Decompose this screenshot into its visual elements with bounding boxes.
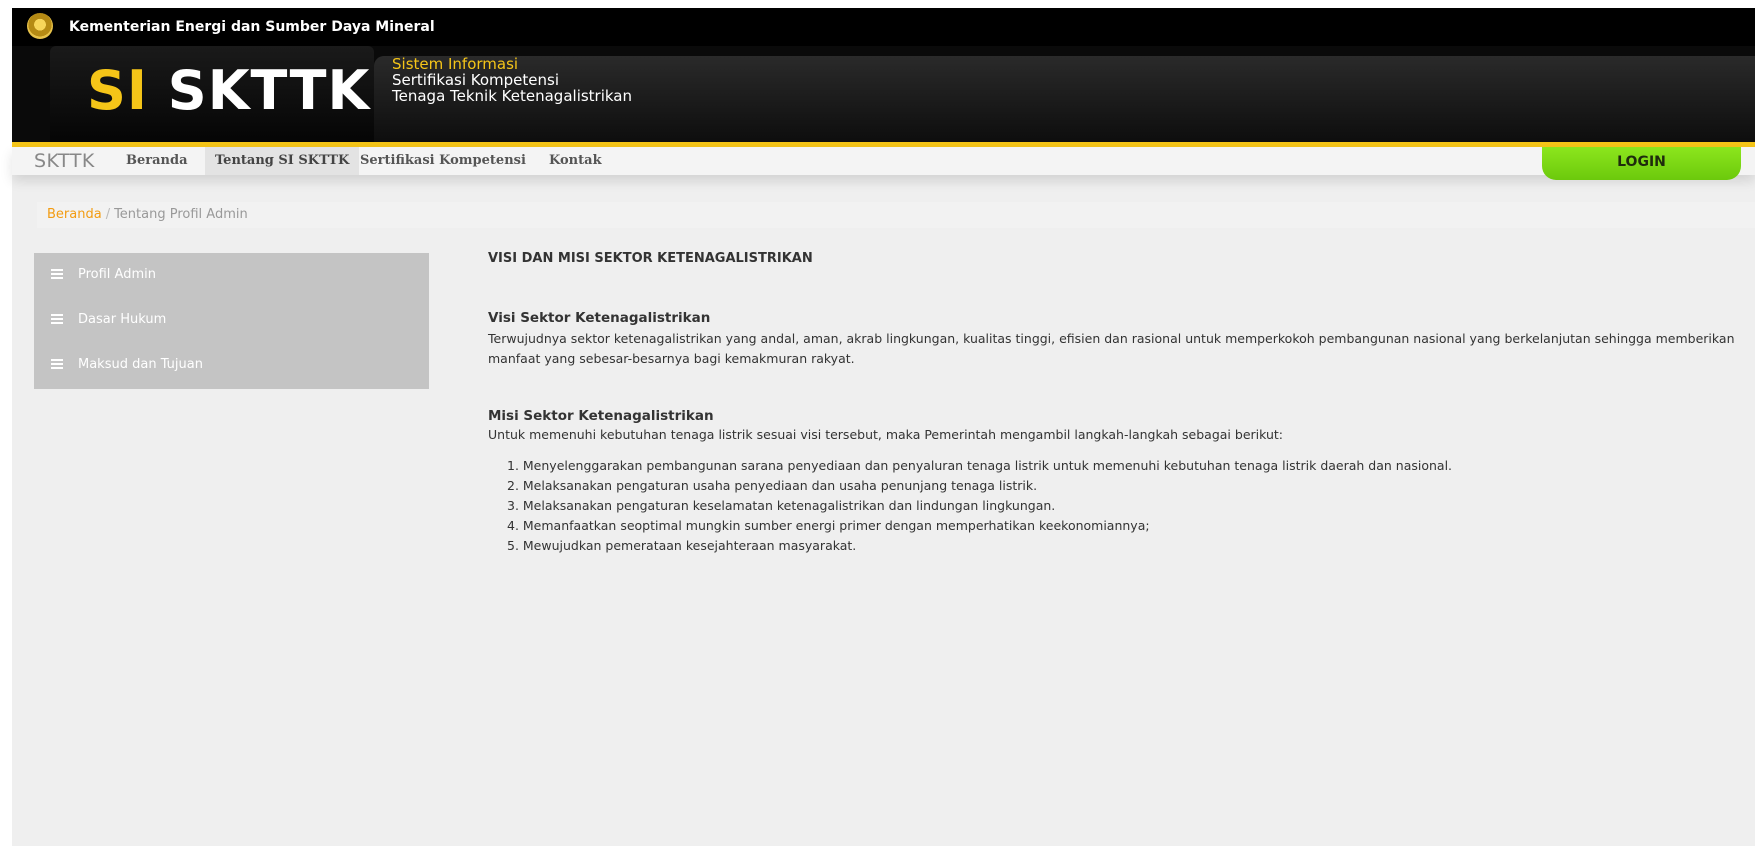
sidebar-item-maksud-tujuan[interactable]: Maksud dan Tujuan	[34, 348, 429, 380]
list-item: 5. Mewujudkan pemerataan kesejahteraan m…	[507, 538, 857, 553]
site-logo[interactable]: SI SKTTK	[50, 46, 374, 143]
list-icon	[51, 314, 63, 324]
tagline: Sistem Informasi Sertifikasi Kompetensi …	[392, 56, 632, 104]
list-item: 2. Melaksanakan pengaturan usaha penyedi…	[507, 478, 1038, 493]
tagline-line-1: Sistem Informasi	[392, 55, 519, 73]
misi-intro: Untuk memenuhi kebutuhan tenaga listrik …	[488, 427, 1284, 442]
main-navbar: SKTTK Beranda Tentang SI SKTTK Sertifika…	[12, 147, 1755, 180]
visi-heading: Visi Sektor Ketenagalistrikan	[488, 310, 711, 326]
misi-list: 1. Menyelenggarakan pembangunan sarana p…	[507, 456, 1452, 556]
logo-text: SI SKTTK	[87, 56, 370, 126]
top-bar: Kementerian Energi dan Sumber Daya Miner…	[12, 8, 1755, 46]
list-item: 3. Melaksanakan pengaturan keselamatan k…	[507, 498, 1056, 513]
sidebar-menu: Profil Admin Dasar Hukum Maksud dan Tuju…	[34, 253, 429, 389]
header-banner: SI SKTTK Sistem Informasi Sertifikasi Ko…	[12, 46, 1755, 143]
tagline-line-3: Tenaga Teknik Ketenagalistrikan	[392, 87, 633, 105]
logo-main: SKTTK	[167, 59, 371, 122]
nav-brand[interactable]: SKTTK	[34, 150, 95, 172]
sidebar-item-label: Dasar Hukum	[78, 311, 167, 327]
login-button[interactable]: LOGIN	[1542, 147, 1741, 180]
ministry-name: Kementerian Energi dan Sumber Daya Miner…	[69, 19, 435, 35]
misi-heading: Misi Sektor Ketenagalistrikan	[488, 408, 714, 424]
list-item: 1. Menyelenggarakan pembangunan sarana p…	[507, 458, 1453, 473]
breadcrumb-home-link[interactable]: Beranda	[47, 207, 102, 222]
logo-prefix: SI	[87, 59, 148, 122]
sidebar-item-label: Maksud dan Tujuan	[78, 356, 203, 372]
visi-text: Terwujudnya sektor ketenagalistrikan yan…	[488, 331, 1735, 366]
list-icon	[51, 269, 63, 279]
breadcrumb: Beranda / Tentang Profil Admin	[37, 202, 1755, 228]
banner-tagline-panel: Sistem Informasi Sertifikasi Kompetensi …	[374, 56, 1755, 143]
nav-item-beranda[interactable]: Beranda	[116, 147, 198, 175]
sidebar-item-label: Profil Admin	[78, 266, 156, 282]
list-icon	[51, 359, 63, 369]
sidebar-item-profil-admin[interactable]: Profil Admin	[34, 258, 429, 290]
breadcrumb-separator: /	[105, 207, 111, 222]
ministry-logo	[27, 13, 53, 39]
page: Kementerian Energi dan Sumber Daya Miner…	[12, 8, 1755, 846]
tagline-line-2: Sertifikasi Kompetensi	[392, 71, 560, 89]
nav-item-tentang[interactable]: Tentang SI SKTTK	[205, 147, 360, 175]
breadcrumb-current: Tentang Profil Admin	[114, 207, 248, 222]
nav-item-sertifikasi[interactable]: Sertifikasi Kompetensi	[350, 147, 536, 175]
nav-item-kontak[interactable]: Kontak	[539, 147, 612, 175]
page-title: VISI DAN MISI SEKTOR KETENAGALISTRIKAN	[488, 251, 813, 266]
sidebar-item-dasar-hukum[interactable]: Dasar Hukum	[34, 303, 429, 335]
list-item: 4. Memanfaatkan seoptimal mungkin sumber…	[507, 518, 1150, 533]
